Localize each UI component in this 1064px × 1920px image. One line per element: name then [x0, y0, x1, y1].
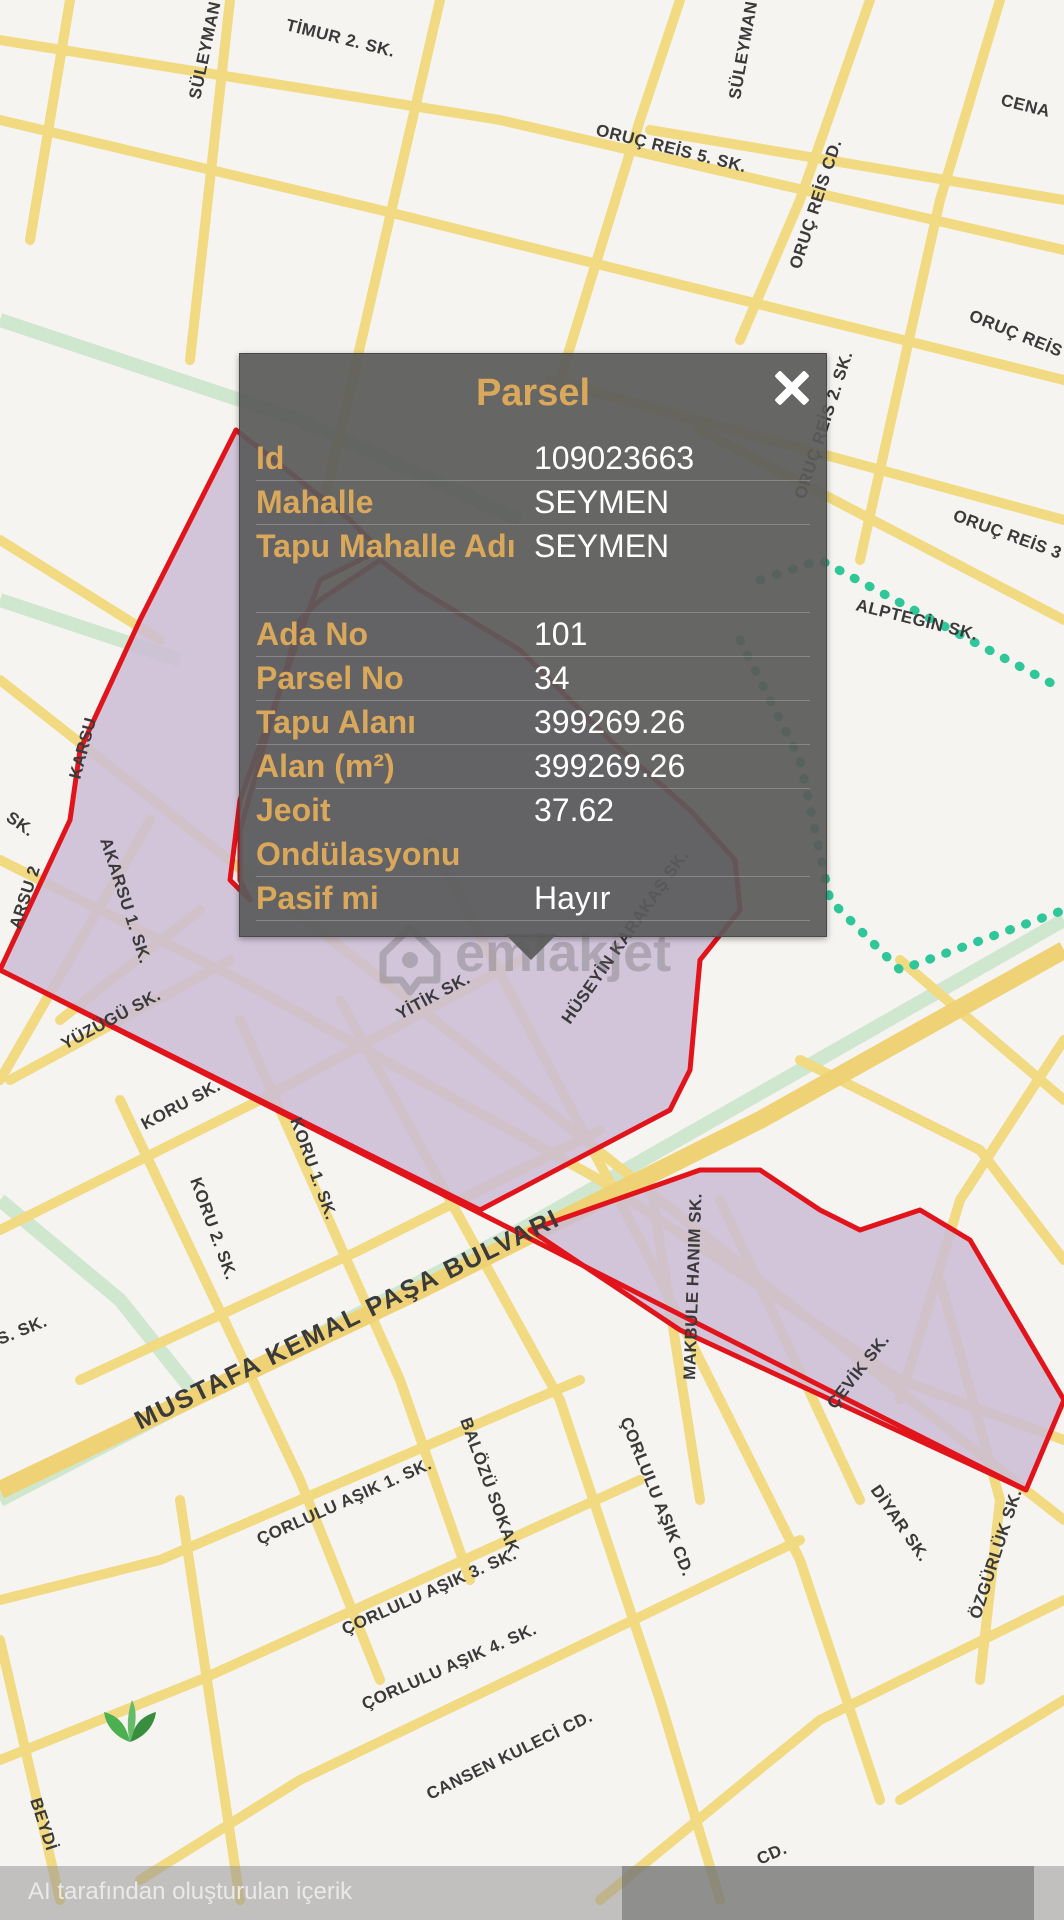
popup-row-tapu-mahalle: Tapu Mahalle Adı SEYMEN: [256, 524, 810, 613]
bottom-bar: AI tarafından oluşturulan içerik: [0, 1866, 1064, 1920]
popup-value: SEYMEN: [534, 484, 670, 520]
popup-row-ada-no: Ada No 101: [256, 612, 810, 657]
popup-label: Id: [256, 440, 285, 476]
popup-value: Hayır: [534, 880, 611, 916]
popup-label: Tapu Alanı: [256, 704, 416, 740]
popup-label: Pasif mi: [256, 880, 379, 916]
bottom-bar-button[interactable]: [622, 1866, 1034, 1920]
popup-row-mahalle: Mahalle SEYMEN: [256, 480, 810, 525]
popup-row-jeoit: Jeoit Ondülasyonu 37.62: [256, 788, 810, 877]
popup-label: Ada No: [256, 616, 368, 652]
popup-value: SEYMEN: [534, 528, 670, 564]
popup-label: Tapu Mahalle Adı: [256, 528, 516, 564]
popup-row-parsel-no: Parsel No 34: [256, 656, 810, 701]
popup-row-pasif: Pasif mi Hayır: [256, 876, 810, 921]
popup-value: 399269.26: [534, 704, 686, 740]
parcel-popup: Parsel Id 109023663 Mahalle SEYMEN Tapu …: [239, 353, 827, 937]
popup-value: 109023663: [534, 440, 695, 476]
popup-label: Alan (m²): [256, 748, 395, 784]
popup-label: Parsel No: [256, 660, 404, 696]
leaf-icon: [104, 1700, 156, 1742]
popup-value: 399269.26: [534, 748, 686, 784]
popup-title: Parsel: [475, 372, 591, 414]
popup-pointer: [505, 934, 557, 960]
popup-row-id: Id 109023663: [256, 436, 810, 481]
popup-value: 101: [534, 616, 588, 652]
close-icon[interactable]: [768, 364, 816, 412]
popup-row-alan: Alan (m²) 399269.26: [256, 744, 810, 789]
popup-label: Jeoit Ondülasyonu: [256, 792, 461, 872]
popup-row-tapu-alani: Tapu Alanı 399269.26: [256, 700, 810, 745]
ai-content-label: AI tarafından oluşturulan içerik: [28, 1878, 353, 1905]
popup-value: 34: [534, 660, 570, 696]
popup-value: 37.62: [534, 792, 615, 828]
popup-label: Mahalle: [256, 484, 374, 520]
